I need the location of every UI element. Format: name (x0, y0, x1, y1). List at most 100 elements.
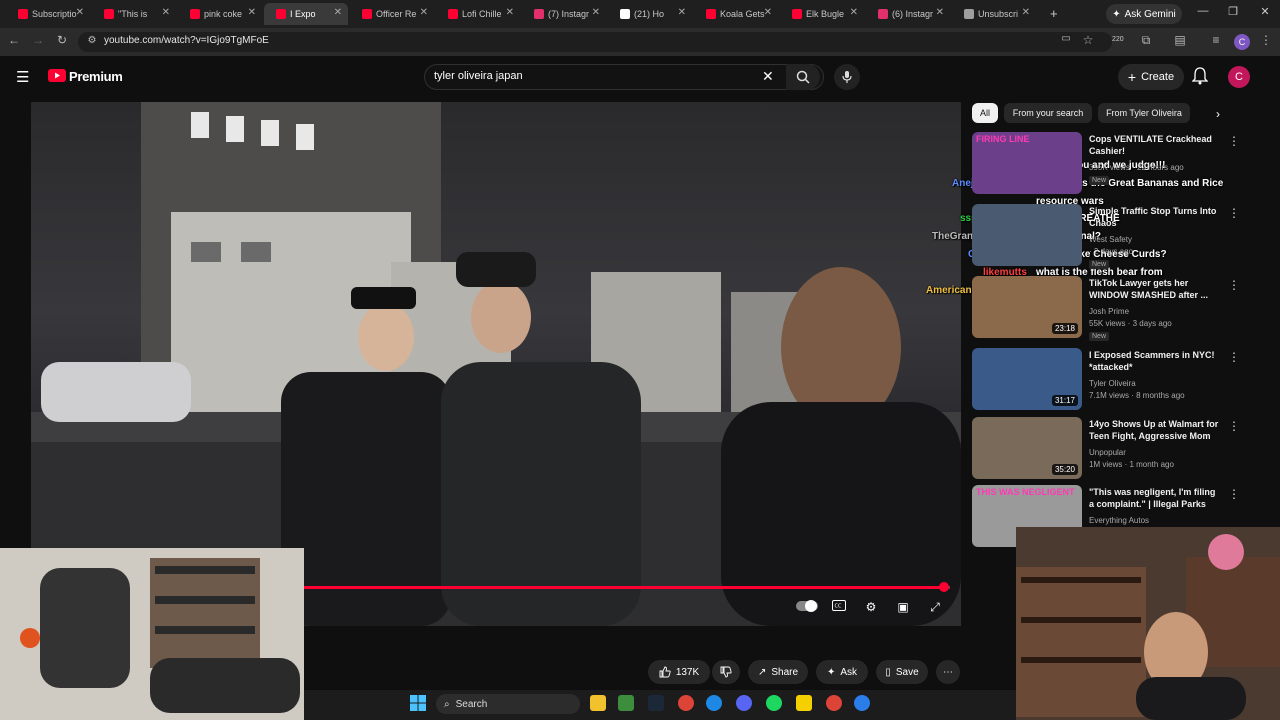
windows-start-icon[interactable] (410, 695, 426, 716)
browser-menu-icon[interactable]: ⋮ (1258, 33, 1274, 47)
browser-tab[interactable]: (21) Ho ✕ (608, 3, 692, 25)
video-thumbnail[interactable]: FIRING LINE (972, 132, 1082, 194)
app-icon-edge[interactable] (854, 695, 870, 711)
captions-icon[interactable]: CC (829, 600, 849, 614)
video-title[interactable]: Cops VENTILATE Crackhead Cashier! (1089, 133, 1219, 157)
search-button[interactable] (786, 64, 820, 90)
reading-list-icon[interactable]: ≡ (1208, 33, 1224, 47)
ask-gemini-button[interactable]: ✦ Ask Gemini (1106, 4, 1182, 24)
video-title[interactable]: Simple Traffic Stop Turns Into Chaos (1089, 205, 1219, 229)
tab-close-icon[interactable]: ✕ (592, 7, 600, 18)
channel-name[interactable]: Josh Prime (1089, 307, 1129, 316)
video-title[interactable]: TikTok Lawyer gets her WINDOW SMASHED af… (1089, 277, 1219, 301)
like-button[interactable]: 137K (648, 660, 710, 684)
chevron-right-icon[interactable]: › (1216, 107, 1220, 121)
forward-icon[interactable]: → (30, 33, 46, 47)
youtube-premium-label[interactable]: Premium (69, 69, 123, 84)
sidebar-icon[interactable]: ▤ (1172, 33, 1188, 47)
browser-tab[interactable]: Lofi Chille ✕ (436, 3, 520, 25)
video-thumbnail[interactable] (972, 204, 1082, 266)
browser-tab[interactable]: "This is ✕ (92, 3, 176, 25)
taskbar-search[interactable]: ⌕ Search (436, 694, 580, 714)
browser-tab[interactable]: Subscriptio ✕ (6, 3, 90, 25)
settings-gear-icon[interactable]: ⚙ (861, 600, 881, 614)
minimize-icon[interactable]: — (1194, 5, 1212, 17)
app-icon-blue[interactable] (706, 695, 722, 711)
filter-chip[interactable]: All (972, 103, 998, 123)
video-thumbnail[interactable]: 35:20 (972, 417, 1082, 479)
browser-tab[interactable]: Elk Bugle ✕ (780, 3, 864, 25)
tab-close-icon[interactable]: ✕ (334, 7, 342, 18)
cast-icon[interactable]: ▭ (1058, 33, 1074, 44)
account-avatar[interactable]: C (1228, 66, 1250, 88)
browser-tab[interactable]: pink coke ✕ (178, 3, 262, 25)
notifications-bell-icon[interactable] (1191, 67, 1209, 90)
steam-icon[interactable] (648, 695, 664, 711)
tab-close-icon[interactable]: ✕ (76, 7, 84, 18)
file-explorer-icon[interactable] (590, 695, 606, 711)
create-button[interactable]: + Create (1118, 64, 1184, 90)
video-thumbnail[interactable]: 23:18 (972, 276, 1082, 338)
profile-avatar[interactable]: C (1234, 34, 1250, 50)
youtube-logo-icon[interactable] (48, 69, 66, 82)
more-options-icon[interactable]: ⋮ (1228, 419, 1240, 433)
tab-close-icon[interactable]: ✕ (248, 7, 256, 18)
save-button[interactable]: ▯ Save (876, 660, 928, 684)
more-actions-button[interactable]: ⋯ (936, 660, 960, 684)
bookmark-star-icon[interactable]: ☆ (1080, 33, 1096, 47)
video-title[interactable]: "This was negligent, I'm filing a compla… (1089, 486, 1219, 510)
channel-name[interactable]: Unpopular (1089, 448, 1126, 457)
maximize-icon[interactable]: ❐ (1224, 5, 1242, 18)
video-title[interactable]: I Exposed Scammers in NYC! *attacked* (1089, 349, 1219, 373)
more-options-icon[interactable]: ⋮ (1228, 278, 1240, 292)
discord-icon[interactable] (736, 695, 752, 711)
clear-search-icon[interactable]: ✕ (762, 68, 774, 85)
chrome-icon[interactable] (678, 695, 694, 711)
channel-name[interactable]: West Safety (1089, 235, 1132, 244)
back-icon[interactable]: ← (6, 33, 22, 47)
browser-tab[interactable]: (6) Instagr ✕ (866, 3, 950, 25)
tab-close-icon[interactable]: ✕ (764, 7, 772, 18)
notes-icon[interactable] (796, 695, 812, 711)
extension-badge[interactable]: 220 (1112, 36, 1124, 43)
browser-tab[interactable]: (7) Instagr ✕ (522, 3, 606, 25)
hamburger-menu-icon[interactable]: ☰ (16, 68, 29, 86)
new-tab-icon[interactable]: + (1050, 6, 1058, 21)
browser-tab[interactable]: Koala Gets ✕ (694, 3, 778, 25)
filter-chip[interactable]: From Tyler Oliveira (1098, 103, 1190, 123)
browser-tab[interactable]: I Expo ✕ (264, 3, 348, 25)
app-icon-green[interactable] (618, 695, 634, 711)
close-window-icon[interactable]: ✕ (1256, 5, 1274, 18)
reload-icon[interactable]: ↻ (54, 33, 70, 47)
channel-name[interactable]: Everything Autos (1089, 516, 1149, 525)
tab-close-icon[interactable]: ✕ (936, 7, 944, 18)
chrome-profile-icon[interactable] (826, 695, 842, 711)
ask-button[interactable]: ✦ Ask (816, 660, 868, 684)
tab-close-icon[interactable]: ✕ (1022, 7, 1030, 18)
dislike-button[interactable] (712, 660, 740, 684)
tab-close-icon[interactable]: ✕ (850, 7, 858, 18)
spotify-icon[interactable] (766, 695, 782, 711)
autoplay-toggle[interactable] (796, 600, 818, 615)
channel-name[interactable]: Tyler Oliveira (1089, 379, 1136, 388)
more-options-icon[interactable]: ⋮ (1228, 134, 1240, 148)
tab-close-icon[interactable]: ✕ (420, 7, 428, 18)
tab-close-icon[interactable]: ✕ (506, 7, 514, 18)
more-options-icon[interactable]: ⋮ (1228, 487, 1240, 501)
tab-close-icon[interactable]: ✕ (162, 7, 170, 18)
more-options-icon[interactable]: ⋮ (1228, 350, 1240, 364)
fullscreen-icon[interactable]: ⤢ (925, 600, 945, 615)
voice-search-button[interactable] (834, 64, 860, 90)
more-options-icon[interactable]: ⋮ (1228, 206, 1240, 220)
tab-close-icon[interactable]: ✕ (678, 7, 686, 18)
share-button[interactable]: ↗ Share (748, 660, 808, 684)
video-scrubber-handle[interactable] (939, 582, 949, 592)
miniplayer-icon[interactable]: ▣ (893, 600, 913, 614)
video-thumbnail[interactable]: 31:17 (972, 348, 1082, 410)
browser-tab[interactable]: Unsubscri ✕ (952, 3, 1036, 25)
video-title[interactable]: 14yo Shows Up at Walmart for Teen Fight,… (1089, 418, 1219, 442)
extensions-icon[interactable]: ⧉ (1138, 33, 1154, 48)
browser-tab[interactable]: Officer Re ✕ (350, 3, 434, 25)
filter-chip[interactable]: From your search (1004, 103, 1092, 123)
site-info-icon[interactable]: ⚙ (84, 35, 100, 46)
